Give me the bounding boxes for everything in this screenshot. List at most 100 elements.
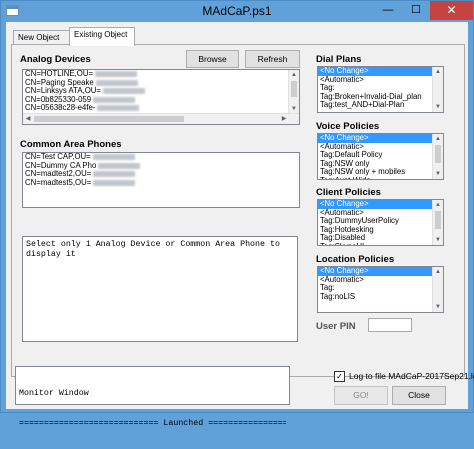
list-item[interactable]: CN=Paging Speake [23,79,299,88]
list-item-label: CN=0b825330-059 [25,95,92,104]
list-item[interactable]: CN=madtest2,OU= [23,170,299,179]
list-item-label: <Automatic> [320,142,364,151]
list-item-label: <Automatic> [320,275,364,284]
common-area-phones-list[interactable]: CN=Test CAP,OU= CN=Dummy CA Pho CN=madtest… [22,152,300,208]
list-item[interactable]: <No Change> [318,67,443,76]
list-item[interactable]: <Automatic> [318,276,443,285]
list-item-label: <Automatic> [320,75,364,84]
list-item[interactable]: CN=Dummy CA Pho [23,162,299,171]
monitor-window[interactable]: Monitor Window =========================… [15,366,290,428]
app-window: MAdCaP.ps1 — ☐ ✕ New Object Existing Obj… [0,0,474,428]
maximize-button[interactable]: ☐ [402,1,430,20]
list-item-label: <Automatic> [320,208,364,217]
list-item-label: <No Change> [320,267,369,275]
dial-plans-label: Dial Plans [316,54,362,65]
list-item[interactable]: <No Change> [318,267,443,276]
list-item-label: Tag:NSW only [320,159,370,168]
log-to-file-checkbox[interactable]: ✓ [334,371,345,382]
list-item[interactable]: Tag:NSW only [318,160,443,169]
list-item[interactable]: CN=madtest5,OU= [23,179,299,188]
scroll-up-icon[interactable]: ▲ [289,70,299,80]
dial-plans-vscroll[interactable]: ▲ ▼ [432,67,443,112]
dial-plans-list[interactable]: <No Change> <Automatic> Tag: Tag:Broken+Inv… [317,66,444,113]
list-item[interactable]: Tag:noLIS [318,293,443,302]
browse-button[interactable]: Browse [186,50,239,68]
scroll-thumb[interactable] [435,211,441,229]
list-item[interactable]: Tag:NSW only + mobiles [318,168,443,177]
scroll-down-icon[interactable]: ▼ [433,302,443,312]
list-item-label: Tag:DummyUserPolicy [320,217,399,226]
analog-devices-hscroll[interactable]: ◀ ▶ [23,113,299,124]
list-item[interactable]: Tag:Disabled [318,234,443,243]
user-pin-input[interactable] [368,318,412,332]
list-item-label: Tag:Disabled [320,234,366,243]
common-area-phones-label: Common Area Phones [20,139,122,150]
analog-devices-label: Analog Devices [20,54,91,65]
list-item[interactable]: <Automatic> [318,143,443,152]
list-item-label: CN=Dummy CA Pho [25,161,97,170]
log-to-file-label[interactable]: Log to file MAdCaP-2017Sep21.log [349,371,474,381]
analog-devices-vscroll[interactable]: ▲ ▼ [288,70,299,114]
list-item-label: Tag:noLIS [320,292,356,301]
device-details-textarea[interactable]: Select only 1 Analog Device or Common Ar… [22,236,298,342]
redacted-text [92,153,135,160]
redacted-text [95,79,138,86]
list-item[interactable]: CN=HOTLINE,OU= [23,70,299,79]
list-item[interactable]: Tag:Aust-Wide [318,177,443,179]
list-item[interactable]: Tag: [318,84,443,93]
list-item[interactable]: Tag:SkypeUI [318,243,443,245]
list-item-label: Tag: [320,84,335,93]
voice-policies-list[interactable]: <No Change> <Automatic> Tag:Default Policy… [317,133,444,180]
list-item-label: Tag:Hotdesking [320,225,374,234]
client-policies-list[interactable]: <No Change> <Automatic> Tag:DummyUserPolic… [317,199,444,246]
list-item[interactable]: CN=Test CAP,OU= [23,153,299,162]
location-policies-vscroll[interactable]: ▲ ▼ [432,267,443,312]
tab-new-object[interactable]: New Object [13,30,77,45]
location-policies-list[interactable]: <No Change> <Automatic> Tag: Tag:noLIS ▲ ▼ [317,266,444,313]
scroll-down-icon[interactable]: ▼ [433,102,443,112]
refresh-button[interactable]: Refresh [245,50,300,68]
list-item[interactable]: Tag:test_AND+Dial-Plan [318,101,443,110]
list-item[interactable]: <Automatic> [318,209,443,218]
close-button[interactable]: Close [392,386,446,405]
list-item[interactable]: Tag:Hotdesking [318,226,443,235]
scroll-up-icon[interactable]: ▲ [433,267,443,277]
list-item[interactable]: Tag:Broken+Invalid-Dial_plan [318,93,443,102]
list-item[interactable]: Tag:Default Policy [318,151,443,160]
scroll-up-icon[interactable]: ▲ [433,200,443,210]
scroll-down-icon[interactable]: ▼ [433,235,443,245]
client-policies-vscroll[interactable]: ▲ ▼ [432,200,443,245]
scroll-left-icon[interactable]: ◀ [23,114,33,124]
voice-policies-vscroll[interactable]: ▲ ▼ [432,134,443,179]
hscroll-thumb[interactable] [34,116,184,122]
list-item-label: Tag: [320,284,335,293]
list-item-label: Tag:Default Policy [320,151,383,160]
scroll-up-icon[interactable]: ▲ [433,134,443,144]
location-policies-label: Location Policies [316,254,395,265]
list-item[interactable]: <No Change> [318,200,443,209]
tab-existing-object[interactable]: Existing Object [69,27,135,46]
go-button[interactable]: GO! [334,386,388,405]
minimize-button[interactable]: — [374,1,402,20]
analog-devices-list[interactable]: CN=HOTLINE,OU= CN=Paging Speake CN=Linksys… [22,69,300,125]
list-item[interactable]: Tag: [318,284,443,293]
list-item[interactable]: CN=0b825330-059 [23,96,299,105]
list-item[interactable]: <No Change> [318,134,443,143]
list-item-label: CN=Linksys ATA,OU= [25,87,101,96]
scroll-up-icon[interactable]: ▲ [433,67,443,77]
scroll-thumb[interactable] [291,81,297,97]
scroll-right-icon[interactable]: ▶ [279,114,289,124]
scroll-thumb[interactable] [435,145,441,163]
list-item-label: Tag:Broken+Invalid-Dial_plan [320,92,422,101]
list-item[interactable]: CN=05638c28-e4fe- [23,104,299,113]
list-item[interactable]: CN=Linksys ATA,OU= [23,87,299,96]
title-bar[interactable]: MAdCaP.ps1 — ☐ ✕ [1,1,473,21]
client-policies-label: Client Policies [316,187,381,198]
list-item-label: CN=HOTLINE,OU= [25,70,94,78]
list-item-label: <No Change> [320,67,369,75]
window-close-button[interactable]: ✕ [430,1,473,20]
list-item[interactable]: <Automatic> [318,76,443,85]
list-item-label: CN=madtest2,OU= [25,170,92,179]
list-item[interactable]: Tag:DummyUserPolicy [318,217,443,226]
scroll-down-icon[interactable]: ▼ [433,169,443,179]
